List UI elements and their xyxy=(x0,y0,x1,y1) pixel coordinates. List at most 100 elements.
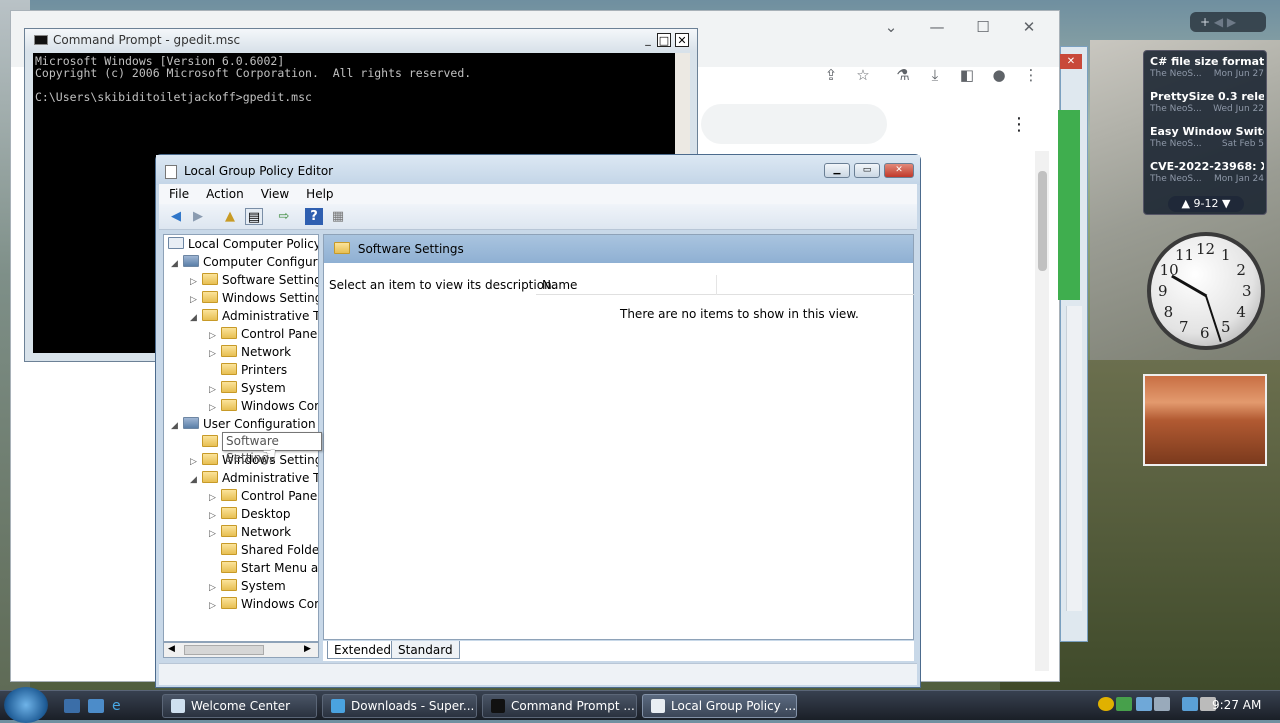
feed-headline[interactable]: Easy Window Switch... xyxy=(1150,125,1264,138)
prev-icon[interactable]: ▲ xyxy=(1182,197,1190,210)
clock-number: 9 xyxy=(1158,282,1168,300)
star-icon[interactable]: ☆ xyxy=(853,65,873,85)
tree-item[interactable]: ▷ Control Panel xyxy=(209,487,318,505)
tree-item[interactable]: ▷ Network xyxy=(209,523,291,541)
background-window-scrollbar[interactable] xyxy=(1066,306,1082,611)
forward-icon[interactable]: ▶ xyxy=(189,208,207,225)
feed-headline[interactable]: C# file size formattin... xyxy=(1150,55,1264,68)
column-divider[interactable] xyxy=(716,275,717,295)
security-icon[interactable] xyxy=(1098,697,1114,711)
start-button[interactable] xyxy=(4,687,48,723)
page-menu-icon[interactable]: ⋮ xyxy=(1009,115,1029,135)
show-desktop-icon[interactable] xyxy=(64,699,80,713)
close-icon[interactable]: ✕ xyxy=(1060,54,1082,69)
extensions-icon[interactable]: ⚗ xyxy=(893,65,913,85)
tree-horizontal-scrollbar[interactable]: ◀ ▶ xyxy=(163,642,319,658)
tree-item-label: Network xyxy=(241,345,292,359)
tab-standard[interactable]: Standard xyxy=(391,641,460,659)
export-list-icon[interactable]: ⇨ xyxy=(275,208,293,225)
cmd-app-icon xyxy=(34,35,48,45)
tree-item[interactable]: ▷ System xyxy=(209,379,286,397)
feed-headline[interactable]: CVE-2022-23968: Xer... xyxy=(1150,160,1264,173)
taskbar-button[interactable]: Welcome Center xyxy=(162,694,317,718)
close-icon[interactable]: ✕ xyxy=(1019,17,1039,37)
column-name[interactable]: Name xyxy=(542,278,577,292)
back-icon[interactable]: ◀ xyxy=(167,208,185,225)
tree-item[interactable]: ◢ Computer Configura xyxy=(171,253,318,273)
tree-item[interactable]: ▷ System xyxy=(209,577,286,595)
tree-item[interactable]: Local Computer Policy xyxy=(168,235,318,253)
tree-item[interactable]: Shared Folder xyxy=(209,541,318,559)
internet-explorer-icon[interactable]: e xyxy=(112,699,128,713)
menu-view[interactable]: View xyxy=(251,184,296,201)
scroll-right-icon[interactable]: ▶ xyxy=(304,644,311,654)
collapse-arrow-icon[interactable]: ◢ xyxy=(171,417,183,435)
collapse-arrow-icon[interactable]: ◢ xyxy=(190,471,202,489)
sidebar-icon[interactable]: ◧ xyxy=(957,65,977,85)
gpedit-titlebar[interactable]: Local Group Policy Editor xyxy=(156,155,920,185)
taskbar-clock[interactable]: 9:27 AM xyxy=(1212,698,1261,712)
tree-item[interactable]: ▷ Windows Cor xyxy=(209,595,318,615)
clock-number: 3 xyxy=(1242,282,1252,300)
maximize-icon[interactable]: ☐ xyxy=(973,17,993,37)
cmd-titlebar[interactable]: Command Prompt - gpedit.msc _ □ ✕ xyxy=(25,29,697,51)
menu-icon[interactable]: ⋮ xyxy=(1021,65,1041,85)
nav-arrows-icon[interactable]: ◀ ▶ xyxy=(1214,15,1236,29)
slideshow-photo[interactable] xyxy=(1143,374,1267,466)
tree-item[interactable]: Start Menu ar xyxy=(209,559,318,577)
collapse-arrow-icon[interactable]: ◢ xyxy=(190,309,202,327)
feed-headline[interactable]: PrettySize 0.3 releas... xyxy=(1150,90,1264,103)
menu-help[interactable]: Help xyxy=(296,184,340,201)
profile-icon[interactable]: ● xyxy=(989,65,1009,85)
tree-item[interactable]: ▷ Windows Cor xyxy=(209,397,318,415)
up-folder-icon[interactable]: ▲ xyxy=(221,208,239,225)
next-icon[interactable]: ▼ xyxy=(1222,197,1230,210)
monitor-icon[interactable] xyxy=(1182,697,1198,711)
browser-search-box[interactable] xyxy=(701,104,887,144)
minimize-icon[interactable]: _ xyxy=(641,33,655,47)
description-text: Select an item to view its description. xyxy=(329,278,556,292)
switch-windows-icon[interactable] xyxy=(88,699,104,713)
tree-item[interactable]: ▷ Desktop xyxy=(209,505,291,523)
menu-action[interactable]: Action xyxy=(196,184,251,201)
taskbar-button[interactable]: Local Group Policy ... xyxy=(642,694,797,718)
close-icon[interactable]: ✕ xyxy=(675,33,689,47)
taskbar-button[interactable]: Downloads - Super... xyxy=(322,694,477,718)
update-icon[interactable] xyxy=(1116,697,1132,711)
download-icon[interactable]: ⤓ xyxy=(925,65,945,85)
properties-icon[interactable]: ▦ xyxy=(329,208,347,225)
tree-item[interactable]: ◢ User Configuration xyxy=(171,415,316,433)
help-icon[interactable]: ? xyxy=(305,208,323,225)
tab-extended[interactable]: Extended xyxy=(327,641,398,659)
minimize-icon[interactable]: ▁ xyxy=(824,163,850,178)
tree-item[interactable]: ▷ Control Panel xyxy=(209,325,318,343)
feed-pager[interactable]: ▲ 9-12 ▼ xyxy=(1168,196,1244,212)
tree-item[interactable]: ▷ Software Settings xyxy=(190,271,318,289)
tree-item[interactable]: ◢ Administrative Te xyxy=(190,469,318,489)
sidebar-controls[interactable]: + ◀ ▶ xyxy=(1190,12,1266,32)
scroll-left-icon[interactable]: ◀ xyxy=(168,644,175,654)
expand-arrow-icon[interactable]: ▷ xyxy=(209,597,221,615)
tree-item[interactable]: ◢ Administrative Te xyxy=(190,307,318,327)
feed-source: The NeoS... xyxy=(1150,69,1202,79)
close-icon[interactable]: ✕ xyxy=(884,163,914,178)
maximize-icon[interactable]: □ xyxy=(657,33,671,47)
tree-item[interactable]: ▷ Network xyxy=(209,343,291,361)
browser-scroll-thumb[interactable] xyxy=(1038,171,1047,271)
tab-dropdown-icon[interactable]: ⌄ xyxy=(881,17,901,37)
tree-item[interactable]: ▷Windows Setting xyxy=(190,289,318,307)
collapse-arrow-icon[interactable]: ◢ xyxy=(171,255,183,273)
menu-file[interactable]: File xyxy=(159,184,196,201)
tree-item[interactable]: Printers xyxy=(209,361,287,379)
tree-item-label: System xyxy=(241,579,286,593)
maximize-icon[interactable]: ▭ xyxy=(854,163,880,178)
add-gadget-icon[interactable]: + xyxy=(1200,15,1210,29)
device-icon[interactable] xyxy=(1154,697,1170,711)
tree-scroll-thumb[interactable] xyxy=(184,645,264,655)
tree-item-label: Network xyxy=(241,525,292,539)
minimize-icon[interactable]: — xyxy=(927,17,947,37)
show-hide-tree-icon[interactable]: ▤ xyxy=(245,208,263,225)
taskbar-button[interactable]: Command Prompt ... xyxy=(482,694,637,718)
share-icon[interactable]: ⇪ xyxy=(821,65,841,85)
network-icon[interactable] xyxy=(1136,697,1152,711)
